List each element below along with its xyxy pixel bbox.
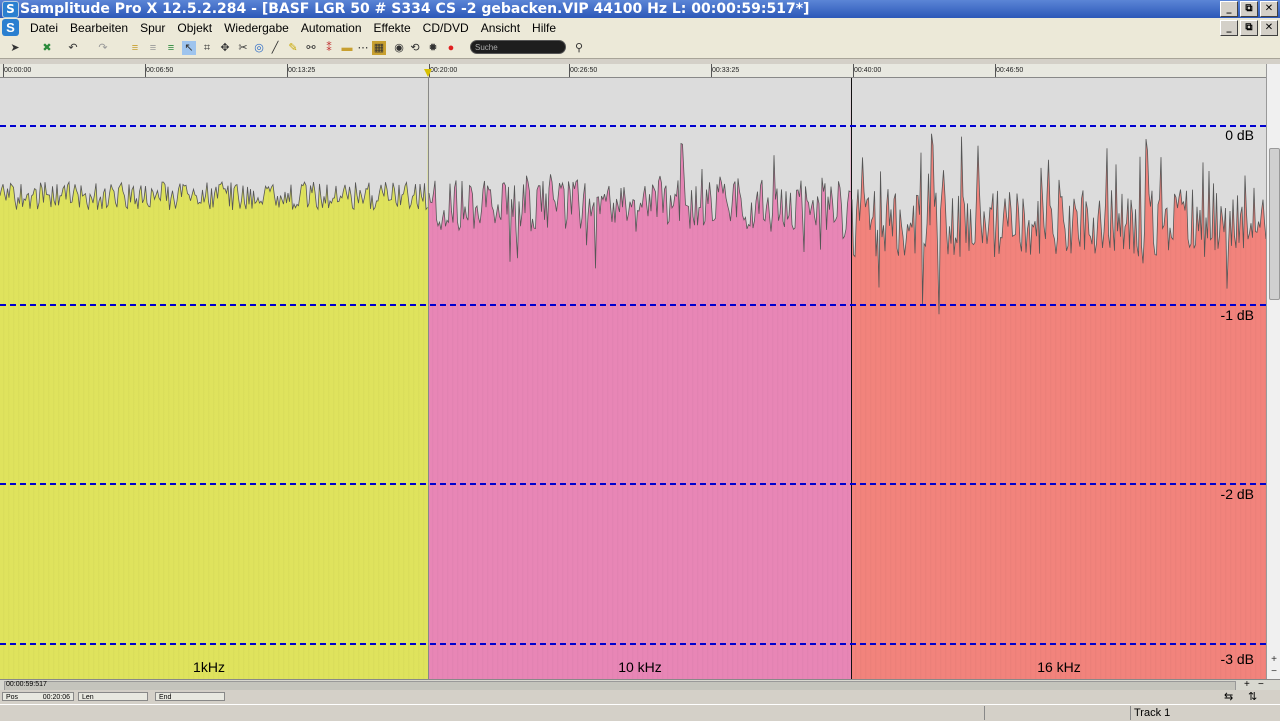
db-gridline (0, 125, 1266, 127)
paste-icon[interactable]: ≡ (164, 41, 178, 55)
ruler-tick: 00:40:00 (852, 64, 882, 77)
menu-bar: S Datei Bearbeiten Spur Objekt Wiedergab… (0, 18, 1280, 39)
menu-cd-dvd[interactable]: CD/DVD (417, 18, 475, 38)
status-track-name: Track 1 (1134, 707, 1171, 719)
position-readout: 00:00:59:517 (6, 681, 47, 688)
crossfade-tool-icon[interactable]: ✖ (40, 41, 54, 55)
len-label: Len (82, 694, 94, 701)
zoom-out-icon[interactable]: − (1268, 666, 1280, 677)
restore-button[interactable]: ⧉ (1240, 1, 1258, 17)
ruler-tick: 00:26:50 (568, 64, 598, 77)
monitor-icon[interactable]: ◉ (392, 41, 406, 55)
menu-datei[interactable]: Datei (24, 18, 64, 38)
close-button[interactable]: ✕ (1260, 1, 1278, 17)
db-label: -2 dB (1220, 486, 1254, 502)
timeline-ruler[interactable]: 00:00:00 00:06:50 00:13:25 00:20:00 00:2… (0, 64, 1266, 78)
snap-icon[interactable]: ⋯ (356, 41, 370, 55)
menu-hilfe[interactable]: Hilfe (526, 18, 562, 38)
doc-close-button[interactable]: ✕ (1260, 20, 1278, 36)
document-window-controls: _ ⧉ ✕ (1220, 20, 1278, 36)
db-gridline (0, 643, 1266, 645)
app-logo-icon: S (2, 1, 19, 18)
app-menu-icon[interactable]: S (2, 19, 19, 36)
end-label: End (159, 694, 172, 701)
db-label: -3 dB (1220, 651, 1254, 667)
db-gridline (0, 483, 1266, 485)
undo-icon[interactable]: ↶ (66, 41, 80, 55)
track-area[interactable]: 1kHz 10 kHz 16 kHz 0 dB -1 dB -2 dB -3 d… (0, 78, 1266, 679)
position-bar: Pos 00:20:06 Len End ⇆ ⇅ (0, 690, 1280, 704)
grid-icon[interactable]: ▦ (372, 41, 386, 55)
ruler-tick: 00:13:25 (286, 64, 316, 77)
ruler-tick: 00:33:25 (710, 64, 740, 77)
pos-field[interactable]: Pos 00:20:06 (2, 692, 74, 701)
db-label: -1 dB (1220, 307, 1254, 323)
range-tool-icon[interactable]: ⌗ (200, 41, 214, 55)
db-gridline (0, 304, 1266, 306)
draw-tool-icon[interactable]: ╱ (268, 41, 282, 55)
redo-icon[interactable]: ↷ (96, 41, 110, 55)
loop-icon[interactable]: ⟲ (408, 41, 422, 55)
status-separator (1130, 706, 1131, 720)
status-bar: Track 1 (0, 704, 1280, 721)
cut-icon[interactable]: ≡ (128, 41, 142, 55)
swap-icon[interactable]: ⇆ (1224, 690, 1233, 703)
doc-restore-button[interactable]: ⧉ (1240, 20, 1258, 36)
pointer-tool-icon[interactable]: ➤ (8, 41, 22, 55)
vertical-scroll-thumb[interactable] (1269, 148, 1280, 300)
pos-label: Pos (6, 694, 19, 701)
waveform-background (0, 78, 428, 210)
marker-icon[interactable]: ⁑ (322, 41, 336, 55)
zoom-tool-icon[interactable]: ◎ (252, 41, 266, 55)
menu-bearbeiten[interactable]: Bearbeiten (64, 18, 134, 38)
pencil-icon[interactable]: ✎ (286, 41, 300, 55)
minimize-button[interactable]: _ (1220, 1, 1238, 17)
doc-minimize-button[interactable]: _ (1220, 20, 1238, 36)
settings-gear-icon[interactable]: ✹ (426, 41, 440, 55)
sort-icon[interactable]: ⇅ (1248, 690, 1257, 703)
status-separator (984, 706, 985, 720)
ruler-tick: 00:06:50 (144, 64, 174, 77)
menu-automation[interactable]: Automation (295, 18, 368, 38)
len-field[interactable]: Len (78, 692, 148, 701)
menu-spur[interactable]: Spur (134, 18, 171, 38)
copy-icon[interactable]: ≡ (146, 41, 160, 55)
window-title: Samplitude Pro X 12.5.2.284 - [BASF LGR … (20, 1, 810, 17)
zoom-in-icon[interactable]: + (1268, 654, 1280, 665)
title-bar: S Samplitude Pro X 12.5.2.284 - [BASF LG… (0, 0, 1280, 18)
pos-value: 00:20:06 (42, 694, 70, 701)
search-icon[interactable]: ⚲ (572, 41, 586, 55)
ruler-tick: 00:00:00 (2, 64, 32, 77)
waveform-background (429, 78, 851, 269)
h-zoom-in-icon[interactable]: + (1244, 679, 1250, 690)
record-icon[interactable]: ● (444, 41, 458, 55)
h-zoom-out-icon[interactable]: − (1258, 679, 1264, 690)
menu-objekt[interactable]: Objekt (171, 18, 218, 38)
menu-wiedergabe[interactable]: Wiedergabe (218, 18, 295, 38)
waveform-peaks (0, 78, 1266, 315)
select-tool-icon[interactable]: ↖ (182, 41, 196, 55)
object-tool-icon[interactable]: ✥ (218, 41, 232, 55)
link-icon[interactable]: ⚯ (304, 41, 318, 55)
window-controls: _ ⧉ ✕ (1220, 1, 1278, 17)
toolbar: ➤ ✖ ↶ ↷ ≡ ≡ ≡ ↖ ⌗ ✥ ✂ ◎ ╱ ✎ ⚯ ⁑ ▬ ⋯ ▦ ◉ … (0, 38, 1280, 59)
menu-ansicht[interactable]: Ansicht (475, 18, 526, 38)
menu-effekte[interactable]: Effekte (368, 18, 417, 38)
cut-tool-icon[interactable]: ✂ (236, 41, 250, 55)
search-input[interactable]: Suche (470, 40, 566, 54)
fade-icon[interactable]: ▬ (340, 41, 354, 55)
ruler-tick: 00:20:00 (428, 64, 458, 77)
end-field[interactable]: End (155, 692, 225, 701)
db-label: 0 dB (1225, 127, 1254, 143)
vertical-scrollbar[interactable]: + − (1266, 64, 1280, 680)
ruler-tick: 00:46:50 (994, 64, 1024, 77)
